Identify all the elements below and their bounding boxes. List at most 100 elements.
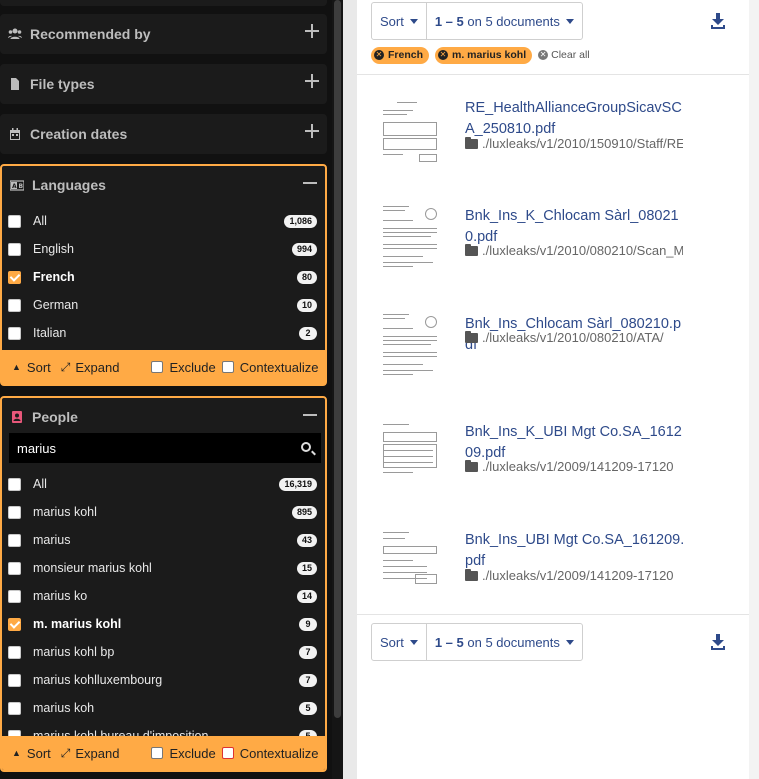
plus-icon[interactable] <box>305 74 319 88</box>
expand-button[interactable]: ⤢ Expand <box>61 746 120 761</box>
range-dropdown[interactable]: 1 – 5 on 5 documents <box>425 624 582 660</box>
checkbox[interactable] <box>221 747 234 759</box>
chevron-down-icon <box>565 639 574 645</box>
checkbox[interactable] <box>8 298 21 312</box>
expand-button[interactable]: ⤢ Expand <box>61 360 120 375</box>
checkbox[interactable] <box>8 326 21 340</box>
minus-icon[interactable] <box>303 176 317 190</box>
sort-dropdown[interactable]: Sort <box>372 3 426 39</box>
sort-button[interactable]: ▲ Sort <box>12 746 51 761</box>
document-title[interactable]: Bnk_Ins_K_UBI Mgt Co.SA_161209.pdf <box>465 422 685 464</box>
count-badge: 1,086 <box>284 215 317 228</box>
svg-text:B: B <box>19 183 24 190</box>
contextualize-toggle[interactable]: Contextualize <box>221 746 319 761</box>
range-dropdown[interactable]: 1 – 5 on 5 documents <box>425 3 582 39</box>
download-icon[interactable] <box>711 634 725 650</box>
list-item[interactable]: Italian 2 <box>2 319 325 347</box>
applied-filters: ✕ French ✕ m. marius kohl ✕ Clear all <box>371 46 590 64</box>
list-item[interactable]: marius ko 14 <box>2 582 325 610</box>
checkbox[interactable] <box>221 361 234 373</box>
list-item[interactable]: marius kohlluxembourg 7 <box>2 666 325 694</box>
contextualize-toggle[interactable]: Contextualize <box>221 360 319 375</box>
pagination-group: Sort 1 – 5 on 5 documents <box>371 623 583 661</box>
checkbox[interactable] <box>151 747 164 759</box>
count-badge: 7 <box>299 646 317 659</box>
document-path: ./luxleaks/v1/2009/141209-17120 <box>465 568 683 583</box>
plus-icon[interactable] <box>305 124 319 138</box>
file-icon <box>8 77 22 91</box>
close-icon[interactable]: ✕ <box>438 50 449 60</box>
count-badge: 10 <box>296 299 317 312</box>
close-icon[interactable]: ✕ <box>374 50 384 60</box>
svg-text:A: A <box>12 183 17 190</box>
plus-icon[interactable] <box>305 24 319 38</box>
list-item[interactable]: m. marius kohl 9 <box>2 610 325 638</box>
document-thumbnail[interactable] <box>379 418 441 488</box>
count-badge: 9 <box>299 618 317 631</box>
list-item[interactable]: German 10 <box>2 291 325 319</box>
filter-chip[interactable]: ✕ French <box>371 46 430 64</box>
exclude-toggle[interactable]: Exclude <box>151 746 216 761</box>
checkbox-checked[interactable] <box>8 617 21 631</box>
sort-dropdown[interactable]: Sort <box>372 624 426 660</box>
list-item[interactable]: marius koh 5 <box>2 694 325 722</box>
download-icon[interactable] <box>711 13 725 29</box>
filter-footer: ▲ Sort ⤢ Expand Exclude Contextualize <box>2 350 325 384</box>
checkbox[interactable] <box>8 645 21 659</box>
checkbox[interactable] <box>8 477 21 491</box>
filter-recommended-by[interactable]: Recommended by <box>0 14 327 54</box>
checkbox[interactable] <box>8 673 21 687</box>
document-title[interactable]: RE_HealthAllianceGroupSicavSCA_250810.pd… <box>465 98 685 140</box>
checkbox[interactable] <box>8 701 21 715</box>
document-thumbnail[interactable] <box>379 202 441 272</box>
checkbox[interactable] <box>8 214 21 228</box>
document-item[interactable]: RE_HealthAllianceGroupSicavSCA_250810.pd… <box>357 82 749 190</box>
list-item[interactable]: French 80 <box>2 263 325 291</box>
exclude-toggle[interactable]: Exclude <box>151 360 216 375</box>
checkbox[interactable] <box>151 361 164 373</box>
clear-all-button[interactable]: ✕ Clear all <box>538 49 590 61</box>
document-item[interactable]: Bnk_Ins_Chlocam Sàrl_080210.pdf ./luxlea… <box>357 298 749 406</box>
document-item[interactable]: Bnk_Ins_K_UBI Mgt Co.SA_161209.pdf ./lux… <box>357 406 749 514</box>
filter-title: Recommended by <box>30 26 151 42</box>
folder-icon <box>465 568 478 581</box>
document-thumbnail[interactable] <box>379 94 441 164</box>
sort-button[interactable]: ▲ Sort <box>12 360 51 375</box>
minus-icon[interactable] <box>303 408 317 422</box>
list-item[interactable]: monsieur marius kohl 15 <box>2 554 325 582</box>
document-title[interactable]: Bnk_Ins_UBI Mgt Co.SA_161209.pdf <box>465 530 685 572</box>
search-icon[interactable] <box>301 442 311 452</box>
divider <box>357 74 749 75</box>
checkbox[interactable] <box>8 505 21 519</box>
sidebar-scrollbar-thumb[interactable] <box>334 0 341 718</box>
document-path: ./luxleaks/v1/2009/141209-17120 <box>465 459 683 474</box>
calendar-icon <box>8 127 22 141</box>
list-item[interactable]: All 16,319 <box>2 470 325 498</box>
count-badge: 14 <box>296 590 317 603</box>
filter-file-types[interactable]: File types <box>0 64 327 104</box>
document-item[interactable]: Bnk_Ins_K_Chlocam Sàrl_080210.pdf ./luxl… <box>357 190 749 298</box>
document-thumbnail[interactable] <box>379 526 441 596</box>
checkbox[interactable] <box>8 589 21 603</box>
checkbox[interactable] <box>8 561 21 575</box>
checkbox-checked[interactable] <box>8 270 21 284</box>
checkbox[interactable] <box>8 533 21 547</box>
filter-people: People marius All 16,319 marius kohl 895 m… <box>0 396 327 772</box>
people-list: All 16,319 marius kohl 895 marius 43 monsie… <box>2 470 325 750</box>
list-item[interactable]: marius kohl 895 <box>2 498 325 526</box>
list-item[interactable]: All 1,086 <box>2 207 325 235</box>
document-path: ./luxleaks/v1/2010/150910/Staff/RE <box>465 136 683 151</box>
filter-title: Languages <box>32 177 106 193</box>
count-badge: 80 <box>296 271 317 284</box>
filter-creation-dates[interactable]: Creation dates <box>0 114 327 154</box>
filter-card-edge <box>0 0 327 6</box>
document-title[interactable]: Bnk_Ins_K_Chlocam Sàrl_080210.pdf <box>465 206 685 248</box>
list-item[interactable]: English 994 <box>2 235 325 263</box>
list-item[interactable]: marius kohl bp 7 <box>2 638 325 666</box>
filter-chip[interactable]: ✕ m. marius kohl <box>435 46 533 64</box>
people-search-input[interactable]: marius <box>9 433 321 463</box>
document-thumbnail[interactable] <box>379 310 441 380</box>
document-item[interactable]: Bnk_Ins_UBI Mgt Co.SA_161209.pdf ./luxle… <box>357 514 749 622</box>
list-item[interactable]: marius 43 <box>2 526 325 554</box>
checkbox[interactable] <box>8 242 21 256</box>
